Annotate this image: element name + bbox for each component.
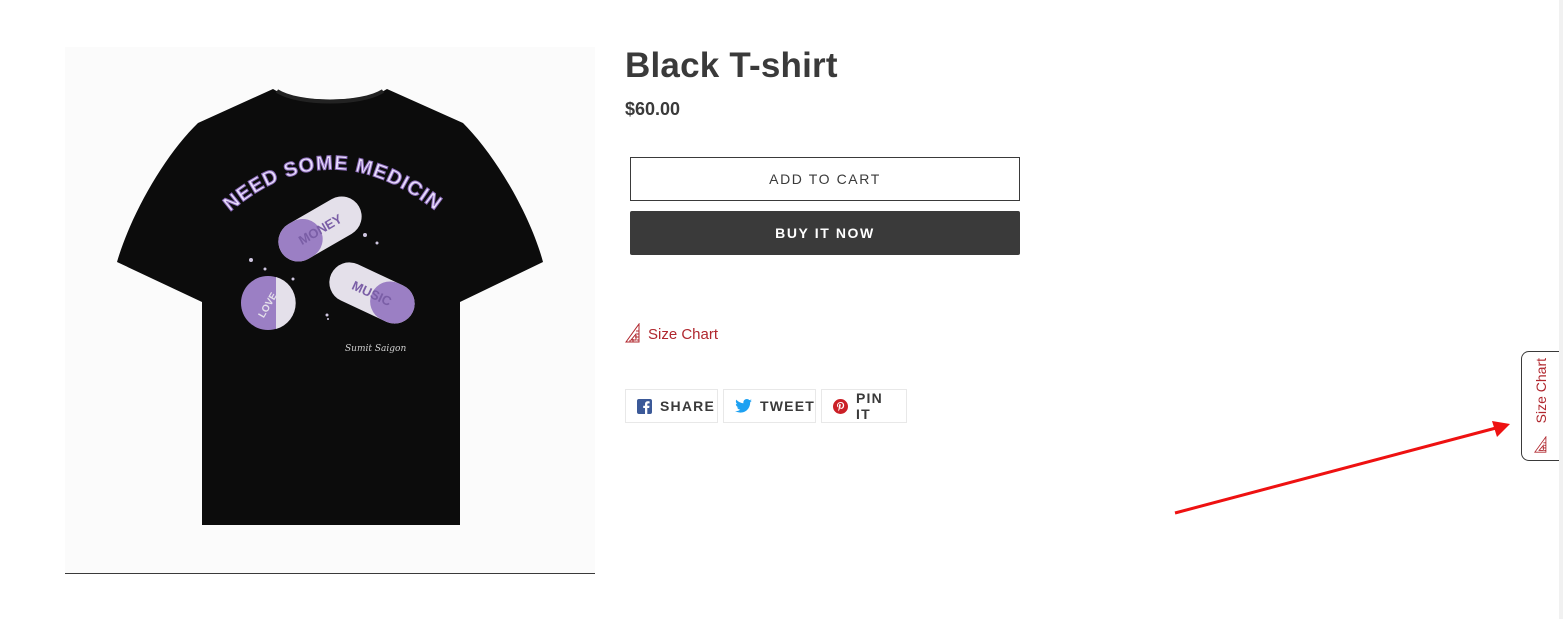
share-facebook-label: SHARE xyxy=(660,398,716,414)
buy-now-button[interactable]: BUY IT NOW xyxy=(630,211,1020,255)
shirt-signature: Sumit Saigon xyxy=(345,344,406,354)
ruler-triangle-icon xyxy=(1534,436,1547,453)
product-title: Black T-shirt xyxy=(625,46,838,85)
twitter-icon xyxy=(735,399,752,413)
add-to-cart-button[interactable]: ADD TO CART xyxy=(630,157,1020,201)
share-pinterest-label: PIN IT xyxy=(856,390,883,422)
share-pinterest-button[interactable]: PIN IT xyxy=(821,389,907,423)
share-facebook-button[interactable]: SHARE xyxy=(625,389,718,423)
pinterest-icon xyxy=(833,398,848,414)
tshirt-illustration: NEED SOME MEDICINE MONEY MUSIC LOVE Sumi… xyxy=(65,47,543,525)
ruler-triangle-icon xyxy=(625,323,640,343)
share-twitter-label: TWEET xyxy=(760,398,815,414)
facebook-icon xyxy=(637,398,652,414)
product-image[interactable]: NEED SOME MEDICINE MONEY MUSIC LOVE Sumi… xyxy=(65,47,595,574)
size-chart-label: Size Chart xyxy=(648,326,719,343)
share-twitter-button[interactable]: TWEET xyxy=(723,389,816,423)
side-tab-label: Size Chart xyxy=(1533,358,1549,424)
size-chart-link[interactable]: Size Chart xyxy=(625,323,718,343)
product-price: $60.00 xyxy=(625,99,681,119)
size-chart-side-tab[interactable]: Size Chart xyxy=(1521,351,1563,461)
page-scrollbar[interactable] xyxy=(1559,0,1563,619)
